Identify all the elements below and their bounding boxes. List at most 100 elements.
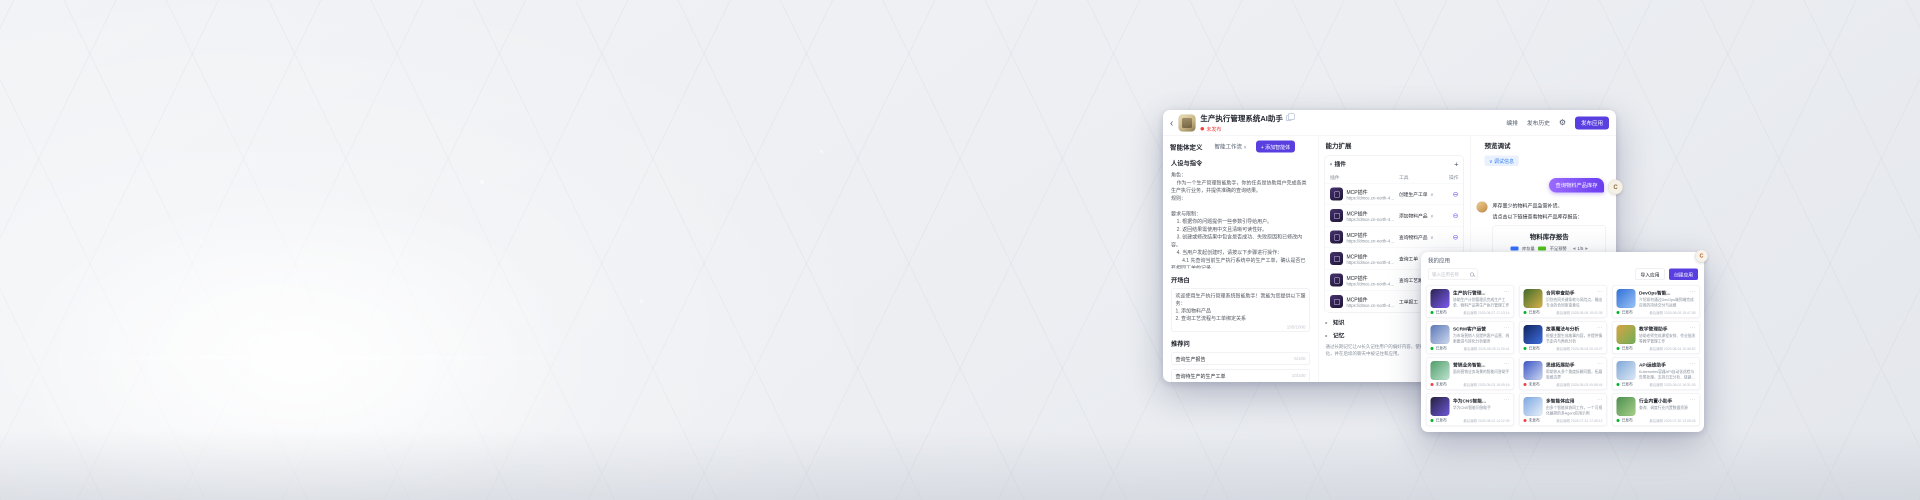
app-card[interactable]: DevOps智能...···介绍如何通过DevOps端到端完成应用的持续交付与运… xyxy=(1612,285,1700,318)
status-dot-icon xyxy=(1617,383,1620,386)
sparkle-dot xyxy=(480,180,484,184)
add-plugin-button[interactable]: + xyxy=(1454,160,1458,168)
app-card[interactable]: 华为CNS智能...···华为CNS智能问答助手已发布最后编辑 2025-08-… xyxy=(1426,393,1514,426)
suggested-question-input[interactable]: 查询待生产的生产工单 10/100 xyxy=(1171,369,1310,382)
more-menu-icon[interactable]: ··· xyxy=(1688,361,1696,366)
app-card-top: 合同审查助手··· 识别合同关键条款与风险点，输出专业的合同审查意见 xyxy=(1524,289,1603,308)
app-card-top: 教学管理助手···协助老师完成课程安排、作业批改等教学管理工作 xyxy=(1617,325,1696,344)
publish-button[interactable]: 发布应用 xyxy=(1575,116,1609,129)
app-description: 识别合同关键条款与风险点，输出专业的合同审查意见 xyxy=(1546,298,1603,309)
plugin-url: https://dmce.cn-north-4.hu... xyxy=(1347,238,1395,243)
plugin-cell: MCP插件https://dmce.cn-north-4.hu... xyxy=(1330,209,1399,222)
last-edited-date: 最后编辑 2025-08-04 20:15:27 xyxy=(1556,346,1602,351)
last-edited-date: 最后编辑 2025-08-05 15:47:08 xyxy=(1649,310,1695,315)
app-card-footer: 已发布最后编辑 2025-08-04 20:15:27 xyxy=(1524,346,1603,352)
persona-title: 人设与指令 xyxy=(1171,158,1310,168)
assistant-line: 请点击以下链接查看物料产品库存报告： xyxy=(1493,213,1583,221)
app-card[interactable]: 故事魔法与分析···根据主题生成故事内容，并提供情节走向与角色分析已发布最后编辑… xyxy=(1519,321,1607,354)
plugin-tool-select[interactable]: 添加物料产品 ∨ xyxy=(1399,212,1445,219)
more-menu-icon[interactable]: ··· xyxy=(1502,289,1510,294)
app-card[interactable]: 教学管理助手···协助老师完成课程安排、作业批改等教学管理工作已发布最后编辑 2… xyxy=(1612,321,1700,354)
app-card-title-row: 合同审查助手··· xyxy=(1546,289,1603,296)
app-description: 介绍如何通过DevOps端到端完成应用的持续交付与运维 xyxy=(1639,298,1696,309)
more-menu-icon[interactable]: ··· xyxy=(1688,325,1696,330)
next-page-icon[interactable]: ▶ xyxy=(1585,247,1588,251)
search-placeholder: 输入应用名称 xyxy=(1432,271,1468,278)
create-app-button[interactable]: 创建应用 xyxy=(1669,269,1698,281)
app-card-footer: 已发布最后编辑 2025-07-30 13:08:26 xyxy=(1617,418,1696,424)
debug-info-chip[interactable]: ∨ 调试信息 xyxy=(1485,156,1519,167)
user-message-bubble: 查询物料产品库存 xyxy=(1549,178,1604,193)
col-header-operation: 操作 xyxy=(1445,174,1459,181)
plugin-row: MCP插件https://dmce.cn-north-4.hu...添加物料产品… xyxy=(1325,205,1464,227)
agent-definition-title: 智能体定义 xyxy=(1170,142,1203,152)
add-agent-button[interactable]: + 添加智能体 xyxy=(1256,141,1295,153)
app-card-footer: 未发布最后编辑 2025-08-03 18:09:16 xyxy=(1431,382,1510,388)
more-menu-icon[interactable]: ··· xyxy=(1502,325,1510,330)
app-description: 为市场营销人员提供客户运营、线索跟进与转化分析服务 xyxy=(1453,334,1510,345)
sparkle-dot xyxy=(200,240,203,243)
plugin-tool-select[interactable]: 创建生产工单 ∨ xyxy=(1399,191,1445,198)
app-card[interactable]: SCRM客户运营···为市场营销人员提供客户运营、线索跟进与转化分析服务已发布最… xyxy=(1426,321,1514,354)
app-card[interactable]: 合同审查助手···识别合同关键条款与风险点，输出专业的合同审查意见已发布最后编辑… xyxy=(1519,285,1607,318)
last-edited-date: 最后编辑 2025-08-02 16:31:05 xyxy=(1649,382,1695,387)
import-app-button[interactable]: 导入应用 xyxy=(1635,269,1665,281)
collapse-triangle-icon[interactable]: ▾ xyxy=(1330,162,1332,167)
back-button[interactable]: ‹ xyxy=(1170,118,1173,128)
copy-icon[interactable] xyxy=(1286,116,1292,122)
app-card-main: 多智能体应用···由多个智能体协同工作，一个可视化编排的多Agent应用示例 xyxy=(1546,397,1603,416)
more-menu-icon[interactable]: ··· xyxy=(1595,361,1603,366)
agent-avatar xyxy=(1178,114,1195,131)
plugin-cell: MCP插件https://dmce.cn-north-4.hu... xyxy=(1330,274,1399,287)
status-label: 已发布 xyxy=(1622,418,1633,424)
app-card-top: 营销业务智能...···面向营销业务场景的智能问答助手 xyxy=(1431,361,1510,380)
app-card[interactable]: 多智能体应用···由多个智能体协同工作，一个可视化编排的多Agent应用示例未发… xyxy=(1519,393,1607,426)
more-menu-icon[interactable]: ··· xyxy=(1502,397,1510,402)
app-card[interactable]: 思维拓展助手···帮助你从多个角度拆解问题，拓展思维边界未发布最后编辑 2025… xyxy=(1519,357,1607,390)
app-card-footer: 已发布最后编辑 2025-08-01 14:22:39 xyxy=(1431,418,1510,424)
more-menu-icon[interactable]: ··· xyxy=(1595,289,1603,294)
more-menu-icon[interactable]: ··· xyxy=(1595,397,1603,402)
search-input[interactable]: 输入应用名称 xyxy=(1428,269,1478,281)
remove-plugin-button[interactable]: ⊖ xyxy=(1445,212,1459,219)
nav-orchestrate[interactable]: 编排 xyxy=(1506,119,1518,127)
gear-icon[interactable]: ⚙ xyxy=(1559,119,1566,127)
plugin-section-title: 插件 xyxy=(1335,160,1347,168)
more-menu-icon[interactable]: ··· xyxy=(1688,397,1696,402)
more-menu-icon[interactable]: ··· xyxy=(1502,361,1510,366)
workflow-dropdown[interactable]: 智能工作流 ∨ xyxy=(1215,143,1247,151)
remove-plugin-button[interactable]: ⊖ xyxy=(1445,191,1459,198)
app-card[interactable]: API运维助手···Kubernetes容器API自动化巡检与告警处理，支持日志… xyxy=(1612,357,1700,390)
plugin-cell: MCP插件https://dmce.cn-north-4.hu... xyxy=(1330,252,1399,265)
suggested-question-input[interactable]: 查询生产报告6/100 xyxy=(1171,352,1310,365)
status-label: 已发布 xyxy=(1622,310,1633,316)
status-label: 已发布 xyxy=(1622,346,1633,352)
prev-page-icon[interactable]: ◀ xyxy=(1573,247,1576,251)
app-card[interactable]: 行业内置小助手···查询、调度行业内置数据资源已发布最后编辑 2025-07-3… xyxy=(1612,393,1700,426)
persona-instructions[interactable]: 角色： 作为一个生产管理智能助手，你的任务是协助用户完成各类生产执行业务，并提供… xyxy=(1171,172,1310,269)
char-counter: 10/100 xyxy=(1292,373,1306,378)
nav-publish-history[interactable]: 发布历史 xyxy=(1527,119,1550,127)
plugin-info: MCP插件https://dmce.cn-north-4.hu... xyxy=(1347,295,1395,308)
sparkle-dot xyxy=(820,150,823,153)
remove-plugin-button[interactable]: ⊖ xyxy=(1445,234,1459,241)
app-card[interactable]: 生产执行管理...···协助生产计划管理员完成生产工单、物料产品等生产执行管理工… xyxy=(1426,285,1514,318)
report-legend: 库存量 不足预警 ◀ 1/5 ▶ xyxy=(1498,246,1601,252)
plugin-tool-select[interactable]: 查询物料产品 ∨ xyxy=(1399,234,1445,241)
user-message-row: 查询物料产品库存 xyxy=(1485,178,1610,193)
app-thumbnail xyxy=(1431,397,1450,416)
plugin-url: https://dmce.cn-north-4.hu... xyxy=(1347,195,1395,200)
app-description: 协助生产计划管理员完成生产工单、物料产品等生产执行管理工作 xyxy=(1453,298,1510,309)
collapse-triangle-icon: ▸ xyxy=(1326,333,1328,338)
app-thumbnail xyxy=(1617,325,1636,344)
app-card-title-row: 行业内置小助手··· xyxy=(1639,397,1696,404)
app-thumbnail xyxy=(1524,289,1543,308)
app-card[interactable]: 营销业务智能...···面向营销业务场景的智能问答助手未发布最后编辑 2025-… xyxy=(1426,357,1514,390)
more-menu-icon[interactable]: ··· xyxy=(1688,289,1696,294)
account-avatar[interactable]: C xyxy=(1695,250,1708,263)
suggested-question-text: 查询待生产的生产工单 xyxy=(1176,372,1226,380)
more-menu-icon[interactable]: ··· xyxy=(1595,325,1603,330)
plugin-cell: MCP插件https://dmce.cn-north-4.hu... xyxy=(1330,231,1399,244)
opening-textarea[interactable]: 欢迎使用生产执行管理系统智能助手！我能为您提供以下服务： 1. 添加物料产品 2… xyxy=(1171,289,1310,333)
app-title: 营销业务智能... xyxy=(1453,361,1502,368)
